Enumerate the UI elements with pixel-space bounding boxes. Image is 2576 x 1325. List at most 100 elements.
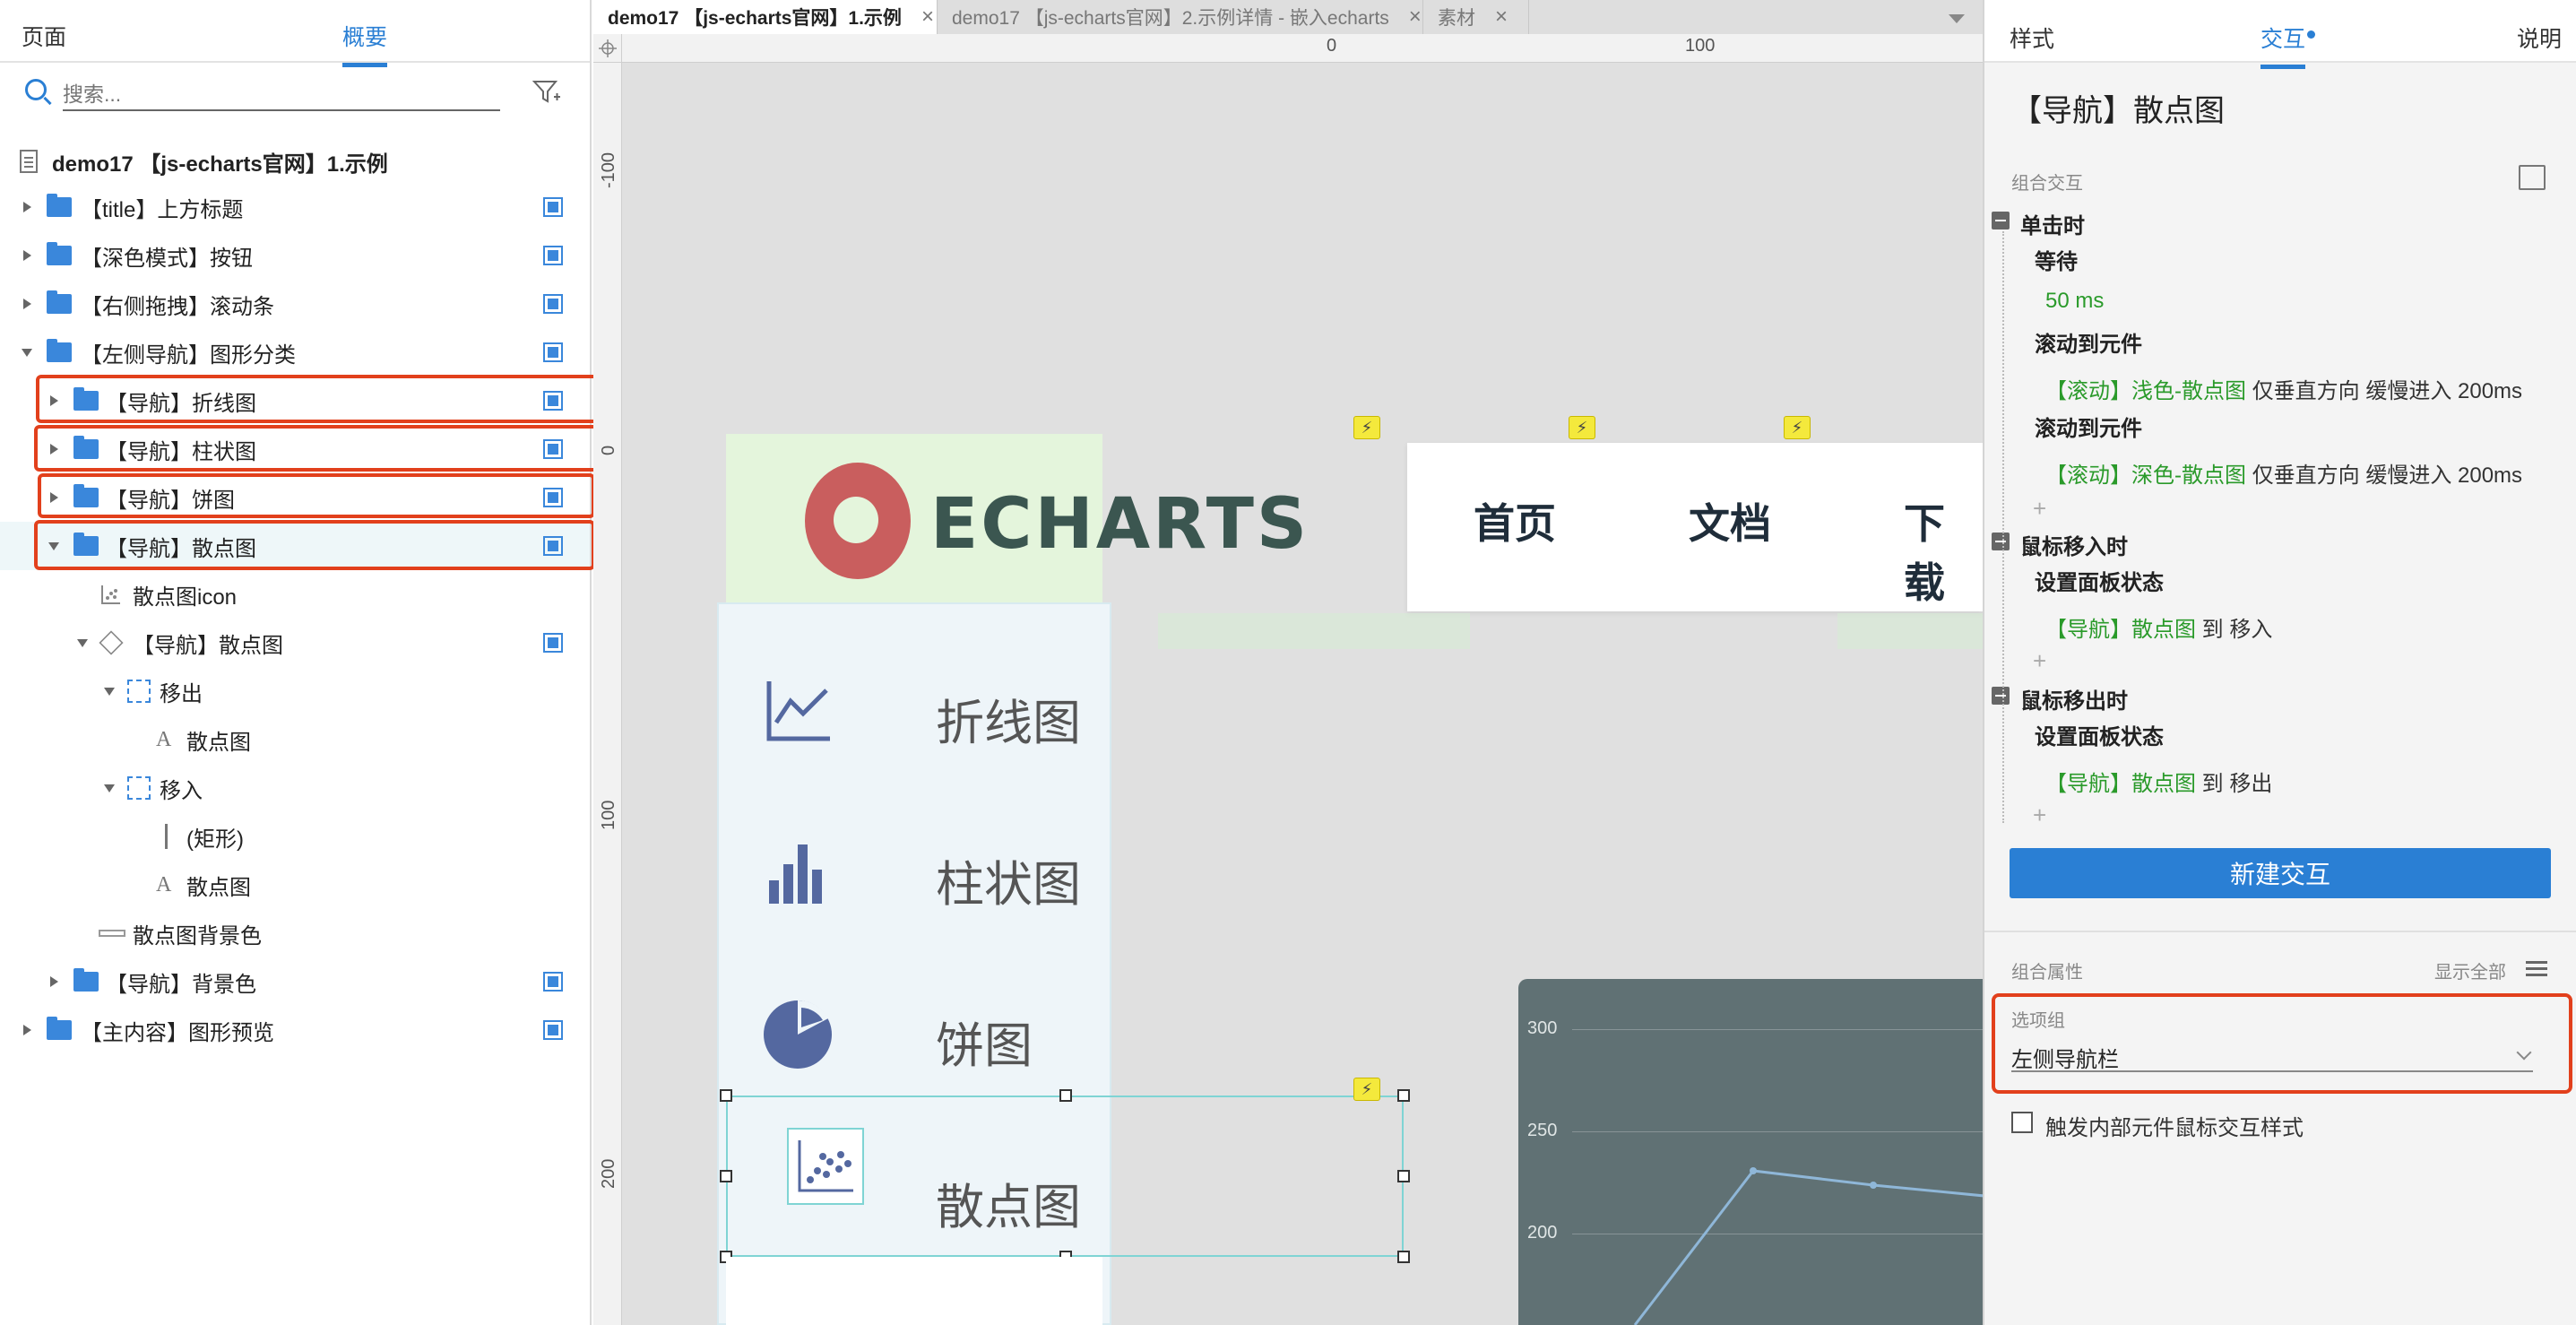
tab-outline[interactable]: 概要 bbox=[342, 20, 388, 67]
expand-interactions-icon[interactable] bbox=[2519, 165, 2546, 190]
visibility-toggle[interactable] bbox=[543, 294, 563, 314]
action-scroll-to[interactable]: 滚动到元件 bbox=[2035, 411, 2142, 442]
action-detail[interactable]: 【滚动】浅色-散点图 仅垂直方向 缓慢进入 200ms bbox=[2045, 373, 2522, 404]
tree-root-page[interactable]: demo17 【js-echarts官网】1.示例 bbox=[20, 143, 388, 179]
close-icon[interactable]: × bbox=[921, 4, 934, 30]
outline-panel: 页面 概要 demo17 【js-echarts官网】1.示例 【title】上… bbox=[0, 0, 602, 1325]
tree-row-title[interactable]: 【title】上方标题 bbox=[0, 183, 590, 231]
interaction-lightning-icon[interactable]: ⚡ bbox=[1353, 416, 1380, 439]
expand-caret-icon[interactable] bbox=[23, 299, 31, 309]
tree-row-dark-mode[interactable]: 【深色模式】按钮 bbox=[0, 231, 590, 280]
add-action-plus-icon[interactable]: + bbox=[2033, 801, 2046, 829]
tab-notes[interactable]: 说明 bbox=[2517, 22, 2562, 54]
visibility-toggle[interactable] bbox=[543, 342, 563, 362]
ruler-corner bbox=[593, 34, 622, 63]
visibility-toggle[interactable] bbox=[543, 197, 563, 217]
tree-row-nav-bg[interactable]: 【导航】背景色 bbox=[0, 957, 590, 1006]
close-icon[interactable]: × bbox=[1409, 4, 1422, 30]
resize-handle[interactable] bbox=[720, 1170, 732, 1182]
expand-caret-icon[interactable] bbox=[50, 976, 58, 987]
resize-handle[interactable] bbox=[1397, 1251, 1410, 1263]
option-group-select[interactable]: 左侧导航栏 bbox=[2011, 1042, 2533, 1072]
nav-download[interactable]: 下载 bbox=[1904, 491, 1983, 610]
expand-caret-icon[interactable] bbox=[23, 1025, 31, 1035]
nav-home[interactable]: 首页 bbox=[1474, 491, 1556, 550]
tree-row-scatter-icon[interactable]: 散点图icon bbox=[0, 570, 590, 619]
tree-row-text[interactable]: A 散点图 bbox=[0, 861, 590, 909]
add-action-plus-icon[interactable]: + bbox=[2033, 647, 2046, 675]
doc-tab[interactable]: demo17 【js-echarts官网】2.示例详情 - 嵌入echarts … bbox=[938, 0, 1423, 34]
row-label: 【右侧拖拽】滚动条 bbox=[81, 294, 274, 319]
tree-row-main-content[interactable]: 【主内容】图形预览 bbox=[0, 1006, 590, 1054]
doc-tab[interactable]: 素材 × bbox=[1423, 0, 1529, 34]
tree-row-text[interactable]: A 散点图 bbox=[0, 715, 590, 764]
collapse-event-icon[interactable] bbox=[1992, 687, 2010, 705]
bar-chart-icon bbox=[769, 844, 822, 904]
collapse-event-icon[interactable] bbox=[1992, 212, 2010, 229]
tree-row-scatter-bg[interactable]: 散点图背景色 bbox=[0, 909, 590, 957]
action-set-panel-state[interactable]: 设置面板状态 bbox=[2035, 719, 2164, 750]
search-icon bbox=[25, 79, 47, 100]
show-all-link[interactable]: 显示全部 bbox=[2434, 957, 2506, 983]
tree-row-state-out[interactable]: 移出 bbox=[0, 667, 590, 715]
checkbox-label: 触发内部元件鼠标交互样式 bbox=[2045, 1116, 2304, 1140]
interaction-lightning-icon[interactable]: ⚡ bbox=[1784, 416, 1811, 439]
resize-handle[interactable] bbox=[720, 1089, 732, 1102]
folder-icon bbox=[47, 290, 72, 314]
tabs-dropdown-icon[interactable] bbox=[1949, 14, 1965, 23]
scatter-chart-icon bbox=[101, 585, 120, 604]
widget-title[interactable]: 【导航】散点图 bbox=[2011, 86, 2225, 130]
collapse-event-icon[interactable] bbox=[1992, 533, 2010, 550]
trigger-mouse-style-checkbox[interactable] bbox=[2011, 1112, 2033, 1133]
doc-tab-active[interactable]: demo17 【js-echarts官网】1.示例 × bbox=[593, 0, 938, 34]
resize-handle[interactable] bbox=[1397, 1170, 1410, 1182]
action-scroll-to[interactable]: 滚动到元件 bbox=[2035, 326, 2142, 358]
filter-icon[interactable] bbox=[532, 79, 561, 106]
resize-handle[interactable] bbox=[1059, 1089, 1072, 1102]
menu-icon[interactable] bbox=[2526, 961, 2547, 964]
new-interaction-button[interactable]: 新建交互 bbox=[2010, 848, 2551, 898]
side-item-line[interactable]: 折线图 bbox=[726, 628, 1094, 762]
tab-style[interactable]: 样式 bbox=[2010, 22, 2054, 54]
interaction-lightning-icon[interactable]: ⚡ bbox=[1569, 416, 1595, 439]
side-item-bar[interactable]: 柱状图 bbox=[726, 789, 1094, 923]
inspector-tabs: 样式 交互 说明 bbox=[1984, 0, 2576, 69]
event-mouse-leave[interactable]: 鼠标移出时 bbox=[2020, 683, 2128, 714]
row-label: (矩形) bbox=[186, 827, 244, 852]
action-set-panel-state[interactable]: 设置面板状态 bbox=[2035, 565, 2164, 596]
action-detail[interactable]: 【导航】散点图 到 移入 bbox=[2045, 611, 2272, 643]
side-item-pie[interactable]: 饼图 bbox=[726, 950, 1094, 1085]
collapse-caret-icon[interactable] bbox=[77, 638, 88, 647]
annotation-highlight bbox=[38, 473, 595, 518]
action-wait[interactable]: 等待 bbox=[2035, 244, 2078, 275]
action-detail[interactable]: 【导航】散点图 到 移出 bbox=[2045, 766, 2272, 797]
tab-interactions[interactable]: 交互 bbox=[2260, 22, 2306, 69]
add-action-plus-icon[interactable]: + bbox=[2033, 495, 2046, 523]
collapse-caret-icon[interactable] bbox=[104, 784, 115, 792]
interaction-lightning-icon[interactable]: ⚡ bbox=[1353, 1078, 1380, 1101]
event-on-click[interactable]: 单击时 bbox=[2020, 208, 2085, 239]
visibility-toggle[interactable] bbox=[543, 246, 563, 265]
tree-row-rectangle[interactable]: (矩形) bbox=[0, 812, 590, 861]
canvas-area[interactable]: demo17 【js-echarts官网】1.示例 × demo17 【js-e… bbox=[593, 0, 1983, 1325]
close-icon[interactable]: × bbox=[1495, 4, 1508, 30]
option-group-value: 左侧导航栏 bbox=[2011, 1048, 2119, 1072]
action-detail[interactable]: 【滚动】深色-散点图 仅垂直方向 缓慢进入 200ms bbox=[2045, 457, 2522, 489]
expand-caret-icon[interactable] bbox=[23, 250, 31, 261]
collapse-caret-icon[interactable] bbox=[22, 348, 32, 357]
nav-docs[interactable]: 文档 bbox=[1689, 491, 1771, 550]
expand-caret-icon[interactable] bbox=[23, 202, 31, 212]
event-mouse-enter[interactable]: 鼠标移入时 bbox=[2020, 529, 2128, 560]
collapse-caret-icon[interactable] bbox=[104, 687, 115, 696]
search-input[interactable] bbox=[63, 79, 500, 111]
resize-handle[interactable] bbox=[1397, 1089, 1410, 1102]
visibility-toggle[interactable] bbox=[543, 1020, 563, 1040]
tab-pages[interactable]: 页面 bbox=[22, 20, 66, 52]
tree-row-scatter-panel[interactable]: 【导航】散点图 bbox=[0, 619, 590, 667]
tree-row-state-in[interactable]: 移入 bbox=[0, 764, 590, 812]
visibility-toggle[interactable] bbox=[543, 972, 563, 992]
tree-row-scrollbar[interactable]: 【右侧拖拽】滚动条 bbox=[0, 280, 590, 328]
action-detail[interactable]: 50 ms bbox=[2045, 289, 2104, 314]
tree-row-left-nav[interactable]: 【左侧导航】图形分类 bbox=[0, 328, 590, 377]
visibility-toggle[interactable] bbox=[543, 633, 563, 653]
